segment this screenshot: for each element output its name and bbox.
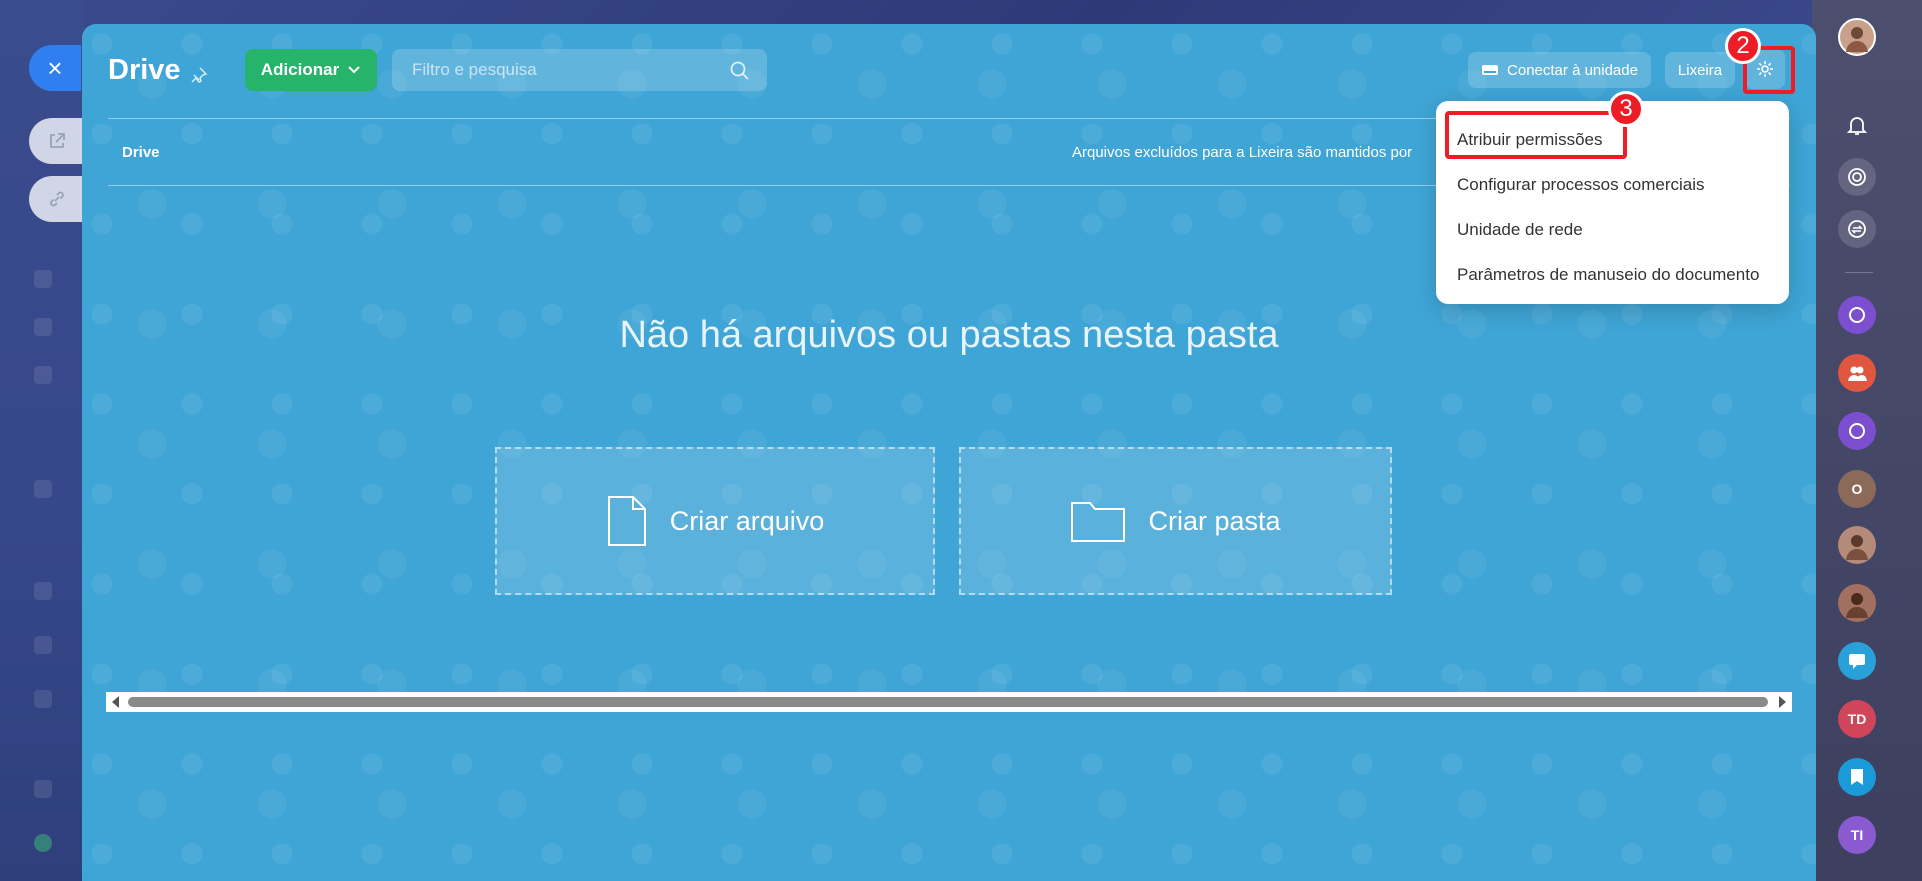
sidebar-ghost-icon (34, 366, 52, 384)
sidebar-ghost-icon (34, 270, 52, 288)
menu-item-document-handling-parameters[interactable]: Parâmetros de manuseio do documento (1436, 252, 1789, 297)
sidebar-ghost-icon (34, 636, 52, 654)
add-button-label: Adicionar (260, 60, 340, 79)
empty-state-message: Não há arquivos ou pastas nesta pasta (619, 314, 1279, 356)
sidebar-ghost-icon (34, 582, 52, 600)
sidebar-ghost-icon (34, 690, 52, 708)
sync-icon[interactable] (1838, 210, 1876, 248)
status-dot-icon (34, 834, 52, 852)
sidebar-ghost-icon (34, 318, 52, 336)
close-slider-button[interactable]: × (29, 45, 81, 91)
scroll-thumb[interactable] (128, 697, 1768, 707)
menu-item-network-drive[interactable]: Unidade de rede (1436, 207, 1789, 252)
create-file-tile[interactable]: Criar arquivo (495, 447, 935, 595)
notifications-icon[interactable] (1838, 106, 1876, 144)
folder-icon (1071, 502, 1126, 542)
activity-icon[interactable] (1838, 158, 1876, 196)
search-icon[interactable] (729, 60, 751, 82)
sidebar-ghost-icon (34, 780, 52, 798)
bookmark-icon[interactable] (1838, 758, 1876, 796)
contact-avatar[interactable]: TI (1838, 816, 1876, 854)
pin-icon[interactable] (190, 66, 208, 84)
scroll-right-arrow-icon[interactable] (1779, 696, 1786, 708)
sidebar-ghost-icon (34, 480, 52, 498)
chat-avatar-icon[interactable] (1838, 412, 1876, 450)
search-input[interactable] (412, 60, 712, 80)
user-avatar[interactable] (1838, 18, 1876, 56)
create-file-label: Criar arquivo (669, 505, 825, 536)
chat-group-icon[interactable] (1838, 642, 1876, 680)
scroll-left-arrow-icon[interactable] (112, 696, 119, 708)
step-badge-3: 3 (1608, 91, 1644, 127)
page-title: Drive (108, 54, 181, 86)
connect-drive-label: Conectar à unidade (1507, 61, 1638, 79)
add-button[interactable]: Adicionar (245, 49, 377, 91)
connect-drive-button[interactable]: Conectar à unidade (1468, 52, 1651, 88)
trash-label: Lixeira (1677, 61, 1723, 79)
step-badge-2: 2 (1725, 28, 1761, 64)
group-chat-icon[interactable] (1838, 354, 1876, 392)
trash-button[interactable]: Lixeira (1665, 52, 1735, 88)
contact-avatar[interactable] (1838, 584, 1876, 622)
chevron-down-icon (348, 66, 360, 74)
file-icon (607, 496, 646, 546)
close-icon: × (47, 53, 63, 83)
trash-retention-notice: Arquivos excluídos para a Lixeira são ma… (1072, 144, 1413, 161)
rail-divider (1845, 272, 1873, 273)
create-folder-tile[interactable]: Criar pasta (959, 447, 1392, 595)
menu-item-configure-business-processes[interactable]: Configurar processos comerciais (1436, 162, 1789, 207)
search-bar[interactable] (392, 49, 767, 91)
external-link-icon (50, 133, 65, 148)
link-icon (50, 191, 64, 207)
chat-avatar-icon[interactable] (1838, 296, 1876, 334)
breadcrumb[interactable]: Drive (122, 144, 160, 161)
drive-icon (1482, 65, 1499, 75)
contact-avatar[interactable]: TD (1838, 700, 1876, 738)
permissions-highlight-frame (1445, 111, 1627, 159)
copy-link-button[interactable] (29, 176, 85, 222)
create-folder-label: Criar pasta (1148, 505, 1281, 536)
contact-avatar[interactable]: O (1838, 470, 1876, 508)
horizontal-scrollbar[interactable] (106, 692, 1792, 712)
contact-avatar[interactable] (1838, 526, 1876, 564)
open-in-new-window-button[interactable] (29, 118, 85, 164)
